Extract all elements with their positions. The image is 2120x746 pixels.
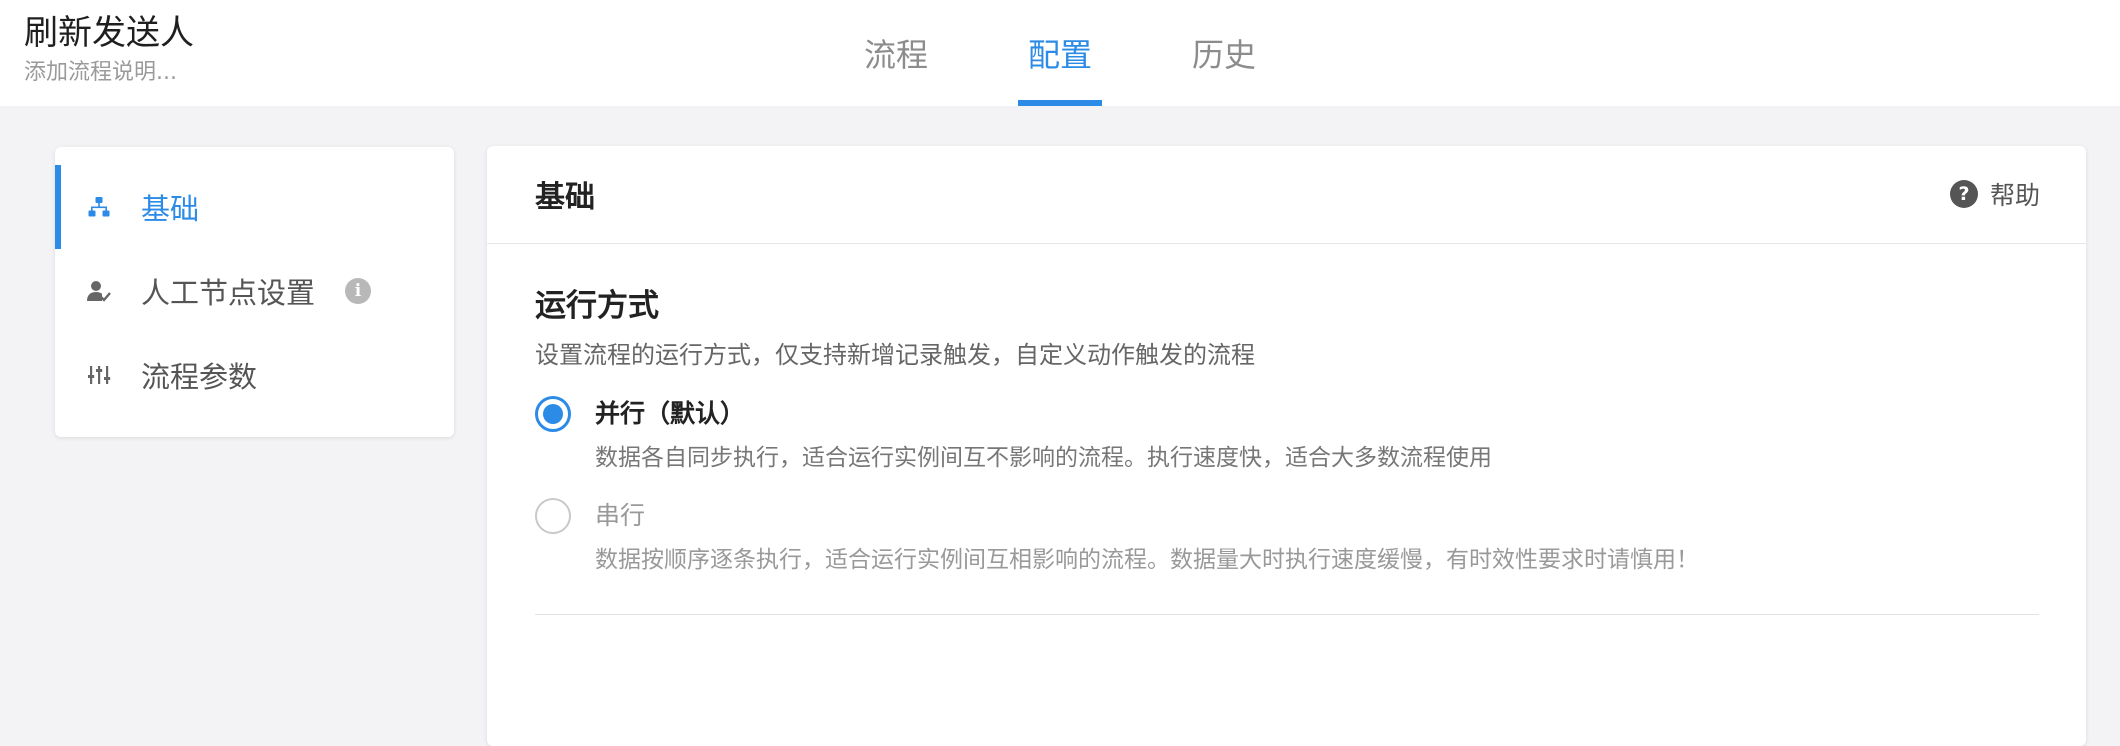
option-label: 并行（默认）	[595, 399, 746, 428]
top-bar: 刷新发送人 添加流程说明... 流程 配置 历史	[0, 0, 2120, 106]
tab-flow[interactable]: 流程	[814, 0, 978, 106]
user-check-icon	[83, 275, 115, 307]
sidebar-item-label: 基础	[141, 192, 200, 226]
flow-description-input[interactable]: 添加流程说明...	[24, 58, 194, 88]
help-label: 帮助	[1989, 181, 2040, 210]
sidebar-item-basic[interactable]: 基础	[55, 165, 454, 249]
run-mode-option-serial[interactable]: 串行 数据按顺序逐条执行，适合运行实例间互相影响的流程。数据量大时执行速度缓慢，…	[535, 498, 2039, 576]
option-description: 数据按顺序逐条执行，适合运行实例间互相影响的流程。数据量大时执行速度缓慢，有时效…	[595, 547, 1699, 573]
settings-sidebar: 基础 人工节点设置 i 流程参数	[55, 147, 454, 437]
tab-history[interactable]: 历史	[1142, 0, 1306, 106]
run-mode-option-parallel[interactable]: 并行（默认） 数据各自同步执行，适合运行实例间互不影响的流程。执行速度快，适合大…	[535, 396, 2039, 474]
tab-config[interactable]: 配置	[978, 0, 1142, 106]
radio-serial[interactable]	[535, 498, 571, 534]
panel-title: 基础	[535, 180, 595, 215]
sliders-icon	[83, 359, 115, 391]
panel-header: 基础 ? 帮助	[487, 146, 2086, 244]
sidebar-item-label: 人工节点设置	[141, 276, 316, 310]
section-divider	[535, 614, 2039, 615]
option-label: 串行	[595, 501, 646, 530]
sidebar-item-manual-node[interactable]: 人工节点设置 i	[55, 249, 454, 333]
radio-parallel[interactable]	[535, 396, 571, 432]
question-circle-icon: ?	[1949, 180, 1978, 208]
run-mode-title: 运行方式	[535, 288, 659, 324]
main-tabs: 流程 配置 历史	[814, 0, 1306, 106]
option-description: 数据各自同步执行，适合运行实例间互不影响的流程。执行速度快，适合大多数流程使用	[595, 445, 1492, 471]
run-mode-description: 设置流程的运行方式，仅支持新增记录触发，自定义动作触发的流程	[535, 341, 1255, 369]
org-chart-icon	[83, 191, 115, 223]
flow-title[interactable]: 刷新发送人	[24, 10, 194, 56]
run-mode-section: 运行方式 设置流程的运行方式，仅支持新增记录触发，自定义动作触发的流程 并行（默…	[535, 286, 2039, 615]
info-icon[interactable]: i	[345, 278, 372, 304]
sidebar-item-flow-params[interactable]: 流程参数	[55, 333, 454, 417]
basic-settings-panel: 基础 ? 帮助 运行方式 设置流程的运行方式，仅支持新增记录触发，自定义动作触发…	[487, 146, 2086, 746]
sidebar-item-label: 流程参数	[141, 360, 258, 394]
flow-title-block: 刷新发送人 添加流程说明...	[24, 10, 194, 88]
help-button[interactable]: ? 帮助	[1949, 176, 2040, 212]
